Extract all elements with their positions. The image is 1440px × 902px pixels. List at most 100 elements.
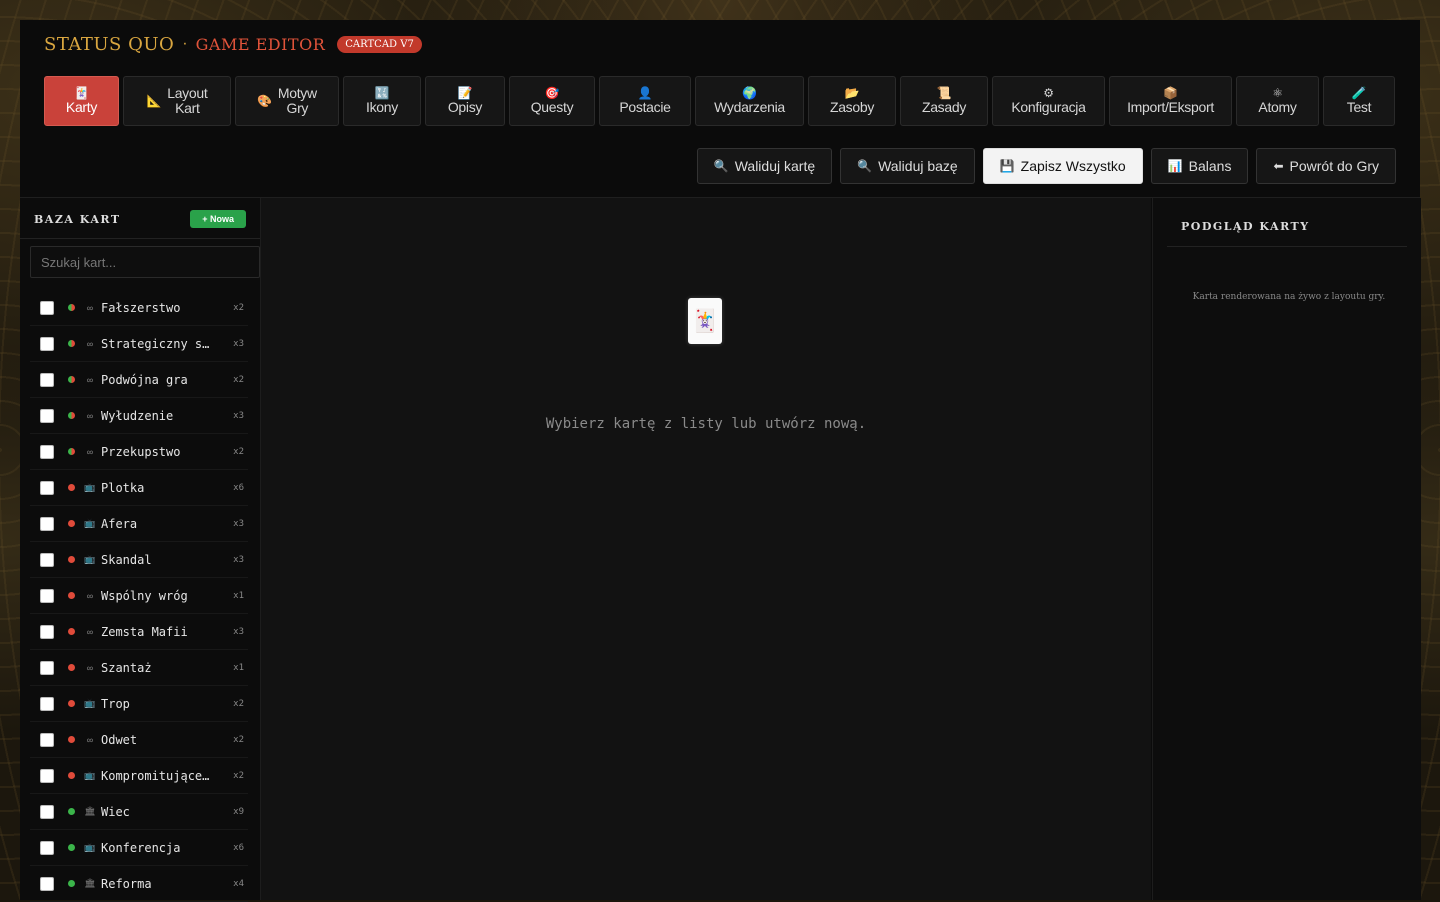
card-type-icon: 📺 — [84, 482, 96, 492]
empty-state-message: Wybierz kartę z listy lub utwórz nową. — [545, 416, 867, 432]
tab-wydarzenia[interactable]: 🌍 Wydarzenia — [695, 76, 804, 126]
card-count: x1 — [233, 590, 244, 601]
action-label: Waliduj kartę — [734, 158, 816, 174]
tab-karty[interactable]: 🃏 Karty — [44, 76, 119, 126]
card-checkbox[interactable] — [40, 840, 54, 855]
tab-label: Atomy — [1258, 99, 1297, 115]
status-dot — [68, 844, 75, 851]
card-checkbox[interactable] — [40, 372, 54, 387]
card-checkbox[interactable] — [40, 660, 54, 675]
card-list-item[interactable]: 📺 Konferencja x6 — [30, 830, 248, 866]
powrót-do-gry-button[interactable]: ⬅ Powrót do Gry — [1256, 148, 1396, 184]
card-list-item[interactable]: 📺 Skandal x3 — [30, 542, 248, 578]
card-name: Reforma — [101, 876, 152, 891]
card-name: Plotka — [101, 480, 145, 495]
playing-card-icon: 🃏 — [688, 298, 722, 344]
status-dot — [68, 376, 75, 383]
sidebar-header: BAZA KART + Nowa — [34, 208, 246, 230]
balans-button[interactable]: 📊 Balans — [1150, 148, 1249, 184]
tab-ikony[interactable]: 🔣 Ikony — [343, 76, 421, 126]
card-checkbox[interactable] — [40, 732, 54, 747]
tab-label: Motyw Gry — [277, 85, 317, 116]
card-type-icon: ∞ — [86, 662, 94, 673]
card-type-icon: ∞ — [86, 374, 94, 385]
card-count: x6 — [233, 482, 244, 493]
card-count: x9 — [233, 806, 244, 817]
card-name: Fałszerstwo — [101, 300, 181, 315]
tab-layout-kart[interactable]: 📐 Layout Kart — [123, 76, 231, 126]
tab-motyw-gry[interactable]: 🎨 Motyw Gry — [235, 76, 339, 126]
tab-test[interactable]: 🧪 Test — [1323, 76, 1395, 126]
waliduj-kartę-button[interactable]: 🔍 Waliduj kartę — [696, 148, 833, 184]
brand-subtitle: GAME EDITOR — [195, 34, 326, 54]
card-checkbox[interactable] — [40, 552, 54, 567]
card-search-input[interactable] — [30, 246, 260, 278]
tab-zasoby[interactable]: 📂 Zasoby — [808, 76, 896, 126]
card-checkbox[interactable] — [40, 444, 54, 459]
tab-label: Import/Eksport — [1127, 99, 1214, 115]
tab-zasady[interactable]: 📜 Zasady — [900, 76, 988, 126]
tab-label: Zasady — [921, 99, 967, 115]
card-list-item[interactable]: ∞ Wspólny wróg x1 — [30, 578, 248, 614]
tab-questy[interactable]: 🎯 Questy — [509, 76, 595, 126]
card-name: Kompromitujące nagranie — [101, 768, 213, 783]
status-dot — [68, 556, 75, 563]
app-header: STATUS QUO · GAME EDITOR CARTCAD V7 — [44, 32, 422, 56]
card-list-item[interactable]: 📺 Plotka x6 — [30, 470, 248, 506]
status-dot — [68, 736, 75, 743]
card-count: x4 — [233, 878, 244, 889]
zapisz-wszystko-button[interactable]: 💾 Zapisz Wszystko — [982, 148, 1143, 184]
card-checkbox[interactable] — [40, 876, 54, 891]
tab-konfiguracja[interactable]: ⚙ Konfiguracja — [992, 76, 1105, 126]
card-database-sidebar: BAZA KART + Nowa ∞ Fałszerstwo x2 ∞ Strategi… — [20, 198, 261, 902]
card-checkbox[interactable] — [40, 300, 54, 315]
magnifier-icon: 🔍 — [857, 159, 873, 173]
card-name: Przekupstwo — [101, 444, 181, 459]
card-list-item[interactable]: 🏛 Wiec x9 — [30, 794, 248, 830]
card-list-item[interactable]: 📺 Afera x3 — [30, 506, 248, 542]
tab-postacie[interactable]: 👤 Postacie — [599, 76, 691, 126]
preview-title: PODGLĄD KARTY — [1181, 220, 1310, 233]
card-checkbox[interactable] — [40, 480, 54, 495]
card-list-item[interactable]: ∞ Zemsta Mafii x3 — [30, 614, 248, 650]
tab-opisy[interactable]: 📝 Opisy — [425, 76, 505, 126]
new-card-button[interactable]: + Nowa — [190, 210, 246, 228]
status-dot — [68, 880, 75, 887]
card-list-item[interactable]: ∞ Strategiczny sojusz x3 — [30, 326, 248, 362]
card-checkbox[interactable] — [40, 588, 54, 603]
status-dot — [68, 664, 75, 671]
card-count: x6 — [233, 842, 244, 853]
version-badge: CARTCAD V7 — [337, 35, 422, 53]
tab-atomy[interactable]: ⚛ Atomy — [1236, 76, 1319, 126]
card-checkbox[interactable] — [40, 408, 54, 423]
status-dot — [68, 592, 75, 599]
card-list-item[interactable]: ∞ Wyłudzenie x3 — [30, 398, 248, 434]
card-checkbox[interactable] — [40, 624, 54, 639]
card-name: Zemsta Mafii — [101, 624, 188, 639]
card-type-icon: ∞ — [86, 302, 94, 313]
tab-import-eksport[interactable]: 📦 Import/Eksport — [1109, 76, 1232, 126]
card-list-item[interactable]: ∞ Podwójna gra x2 — [30, 362, 248, 398]
action-toolbar: 🔍 Waliduj kartę 🔍 Waliduj bazę 💾 Zapisz Wszys… — [696, 148, 1396, 184]
card-checkbox[interactable] — [40, 768, 54, 783]
card-list-item[interactable]: ∞ Przekupstwo x2 — [30, 434, 248, 470]
waliduj-bazę-button[interactable]: 🔍 Waliduj bazę — [840, 148, 975, 184]
card-checkbox[interactable] — [40, 516, 54, 531]
card-type-icon: 🏛 — [84, 878, 96, 888]
card-count: x2 — [233, 698, 244, 709]
card-list-item[interactable]: ∞ Szantaż x1 — [30, 650, 248, 686]
card-checkbox[interactable] — [40, 336, 54, 351]
action-label: Powrót do Gry — [1289, 158, 1379, 174]
card-name: Afera — [101, 516, 138, 531]
card-checkbox[interactable] — [40, 804, 54, 819]
card-checkbox[interactable] — [40, 696, 54, 711]
card-list-item[interactable]: 📺 Kompromitujące nagranie x2 — [30, 758, 248, 794]
card-list-item[interactable]: ∞ Fałszerstwo x2 — [30, 290, 248, 326]
card-list-item[interactable]: 📺 Trop x2 — [30, 686, 248, 722]
status-dot — [68, 484, 75, 491]
magnifier-icon: 🔍 — [713, 159, 729, 173]
card-list-item[interactable]: ∞ Odwet x2 — [30, 722, 248, 758]
card-type-icon: ∞ — [86, 410, 94, 421]
card-type-icon: ∞ — [86, 446, 94, 457]
card-list-item[interactable]: 🏛 Reforma x4 — [30, 866, 248, 902]
